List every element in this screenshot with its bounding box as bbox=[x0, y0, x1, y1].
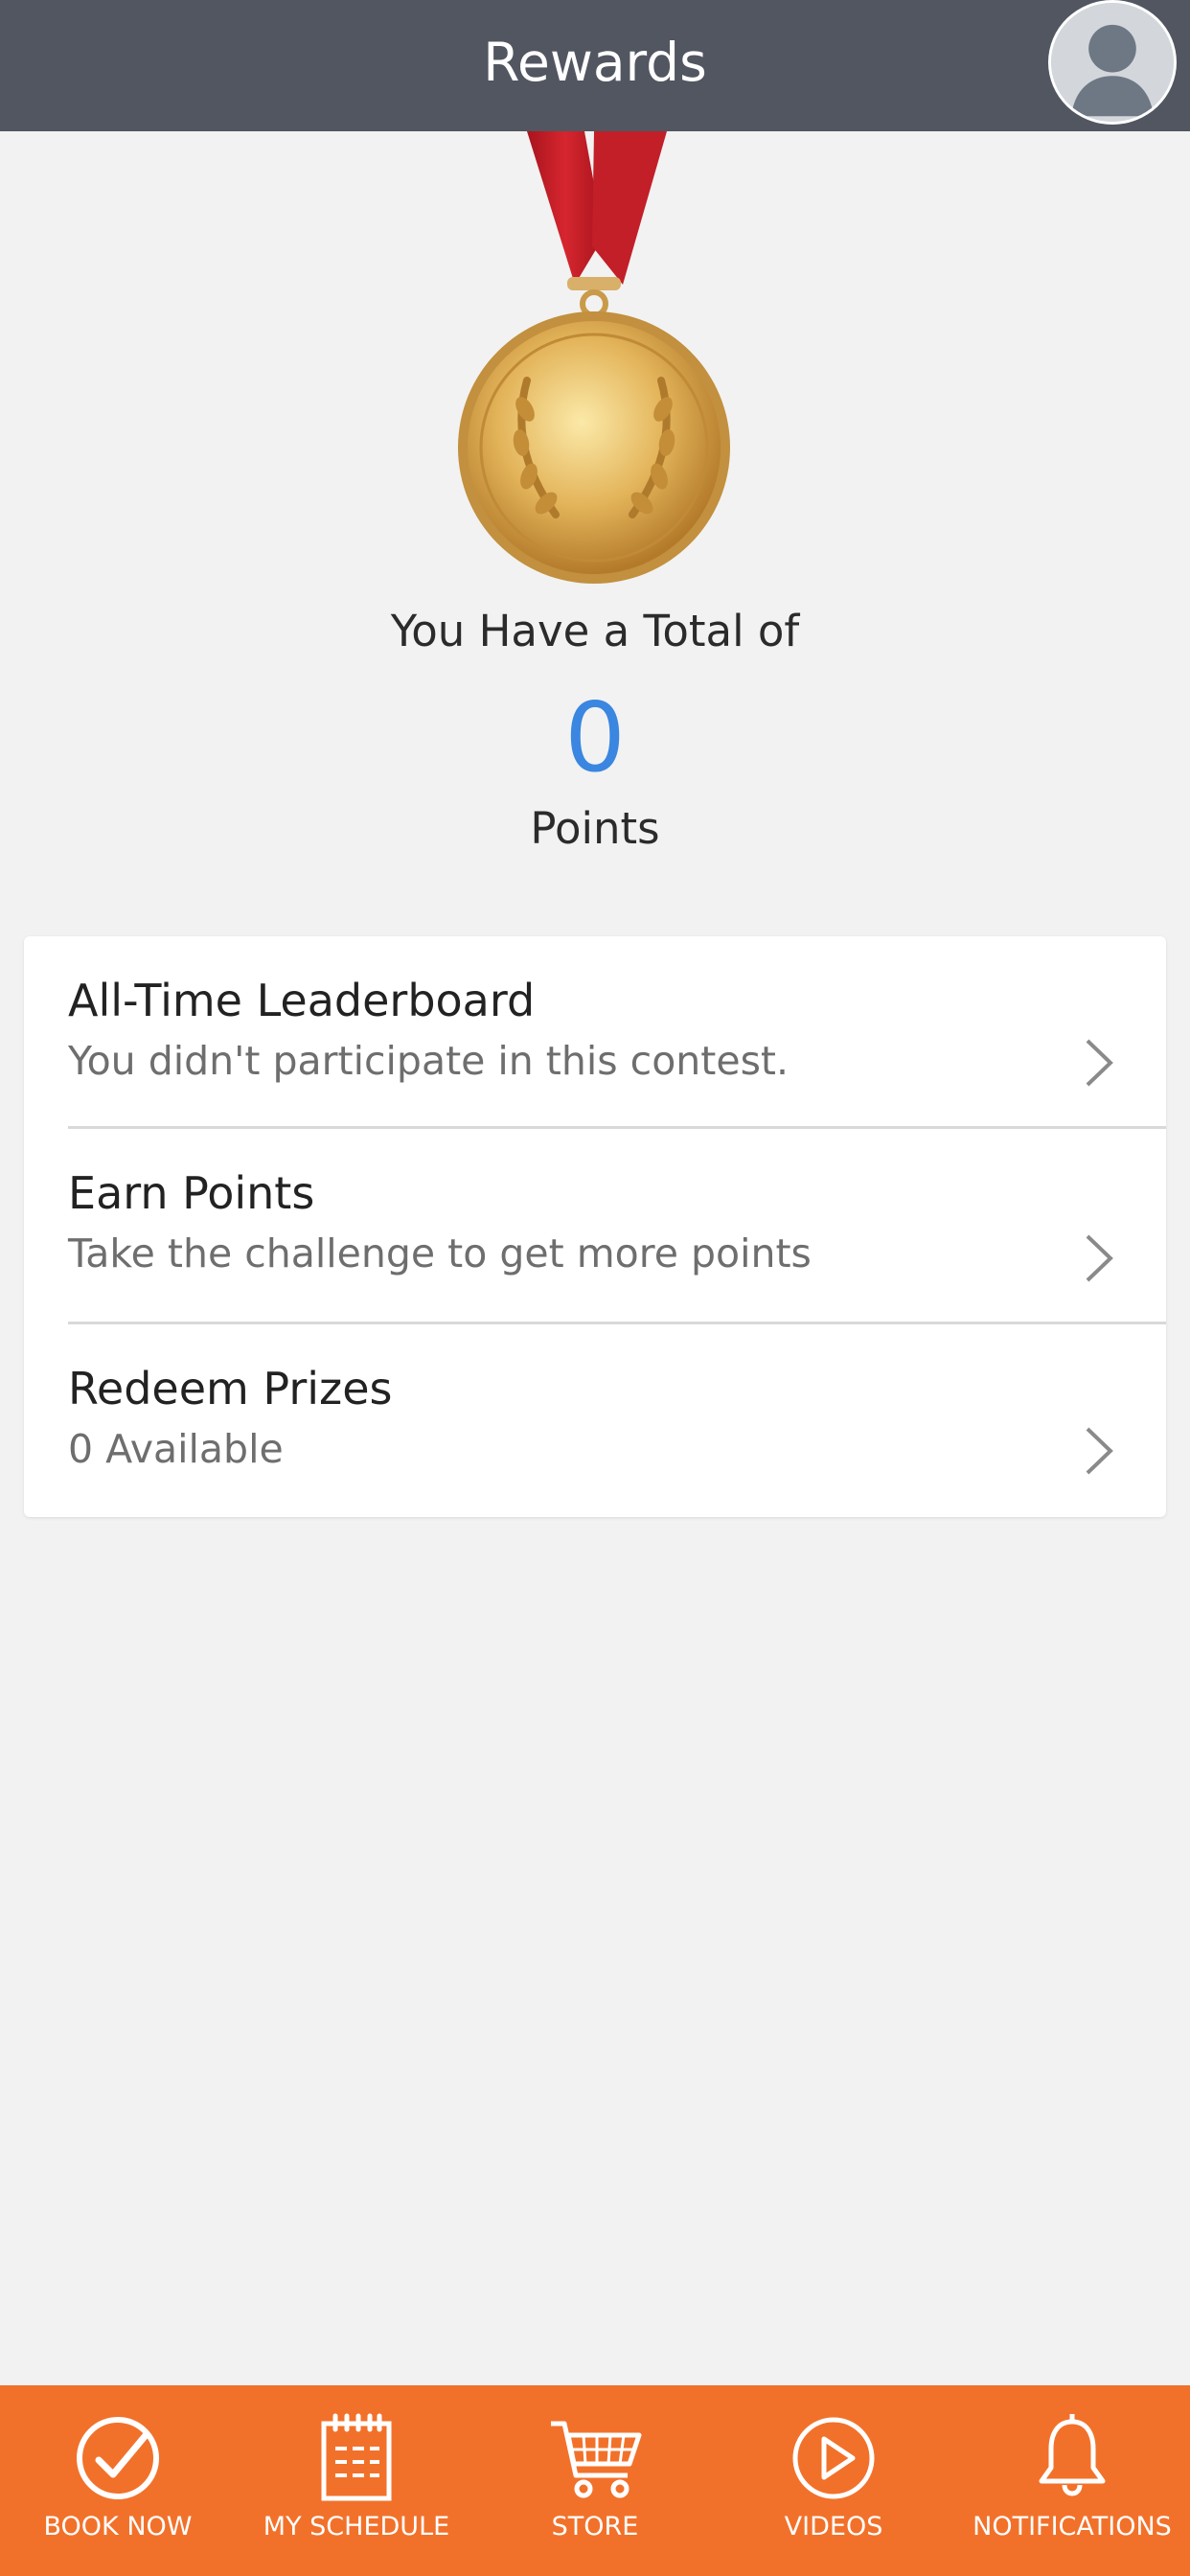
chevron-right-icon bbox=[1086, 1039, 1113, 1087]
gold-medal-icon bbox=[458, 131, 730, 584]
bell-icon bbox=[1039, 2414, 1106, 2496]
points-unit-label: Points bbox=[530, 803, 660, 854]
tab-label: NOTIFICATIONS bbox=[973, 2512, 1172, 2542]
menu-item-redeem-prizes[interactable]: Redeem Prizes 0 Available bbox=[24, 1324, 1166, 1516]
menu-item-earn-points[interactable]: Earn Points Take the challenge to get mo… bbox=[24, 1129, 1166, 1324]
tab-my-schedule[interactable]: MY SCHEDULE bbox=[241, 2385, 471, 2576]
play-circle-icon bbox=[792, 2417, 875, 2499]
tab-label: STORE bbox=[551, 2512, 639, 2542]
tab-book-now[interactable]: BOOK NOW bbox=[22, 2385, 214, 2576]
tab-notifications[interactable]: NOTIFICATIONS bbox=[966, 2385, 1179, 2576]
chevron-right-icon bbox=[1086, 1427, 1113, 1475]
menu-item-subtitle: Take the challenge to get more points bbox=[68, 1230, 812, 1276]
tab-label: BOOK NOW bbox=[43, 2512, 193, 2542]
profile-avatar[interactable] bbox=[1048, 0, 1177, 125]
menu-item-title: Earn Points bbox=[68, 1167, 315, 1219]
page-title: Rewards bbox=[483, 32, 707, 93]
tab-label: VIDEOS bbox=[784, 2512, 883, 2542]
cart-icon bbox=[551, 2421, 642, 2498]
menu-item-title: Redeem Prizes bbox=[68, 1363, 393, 1414]
tab-label: MY SCHEDULE bbox=[263, 2512, 450, 2542]
tab-store[interactable]: STORE bbox=[499, 2385, 691, 2576]
user-silhouette-icon bbox=[1051, 3, 1174, 122]
calendar-icon bbox=[321, 2413, 392, 2501]
top-bar: Rewards bbox=[0, 0, 1190, 131]
chevron-right-icon bbox=[1086, 1234, 1113, 1282]
check-circle-icon bbox=[77, 2417, 159, 2499]
menu-item-title: All-Time Leaderboard bbox=[68, 975, 536, 1026]
rewards-menu-card: All-Time Leaderboard You didn't particip… bbox=[24, 936, 1166, 1517]
menu-item-subtitle: You didn't participate in this contest. bbox=[68, 1038, 790, 1084]
menu-item-subtitle: 0 Available bbox=[68, 1426, 284, 1472]
points-value: 0 bbox=[564, 681, 626, 794]
menu-item-leaderboard[interactable]: All-Time Leaderboard You didn't particip… bbox=[24, 936, 1166, 1129]
tab-videos[interactable]: VIDEOS bbox=[738, 2385, 929, 2576]
bottom-tab-bar: BOOK NOW MY SCHEDULE STORE VIDEOS NOTIFI… bbox=[0, 2385, 1190, 2576]
total-label: You Have a Total of bbox=[390, 606, 800, 656]
